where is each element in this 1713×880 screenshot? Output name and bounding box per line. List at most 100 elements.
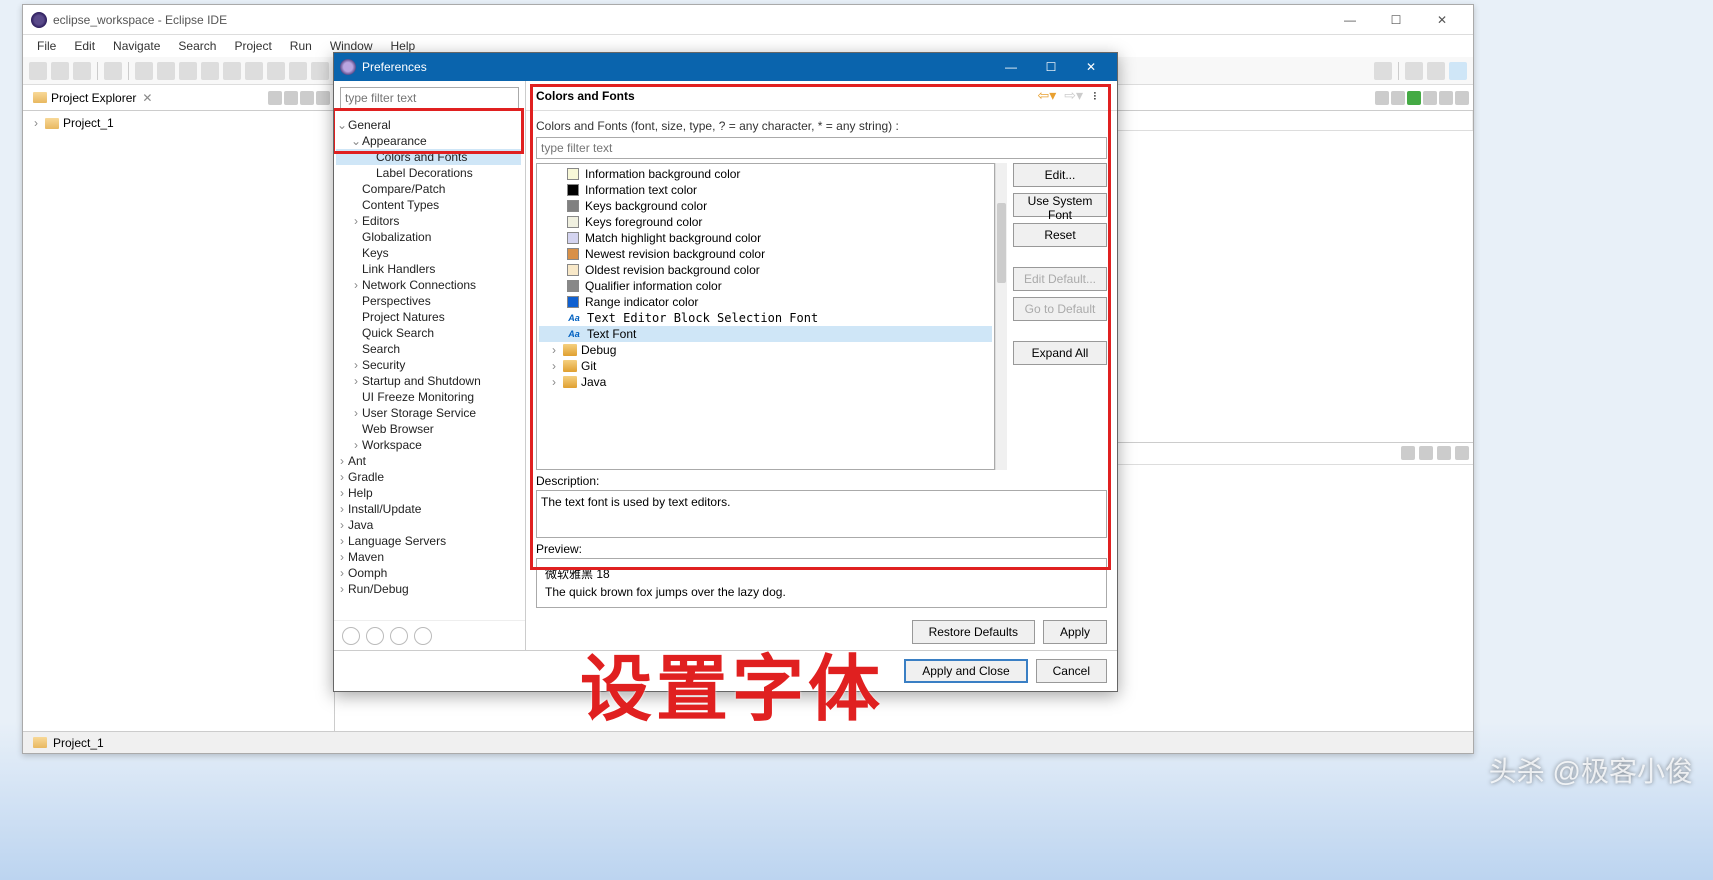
minimize-icon[interactable]	[1437, 446, 1451, 460]
node-security[interactable]: ›Security	[336, 357, 521, 373]
node-maven[interactable]: ›Maven	[336, 549, 521, 565]
open-perspective-button[interactable]	[1405, 62, 1423, 80]
restore-defaults-button[interactable]: Restore Defaults	[912, 620, 1035, 644]
menu-file[interactable]: File	[29, 37, 64, 55]
node-search[interactable]: Search	[336, 341, 521, 357]
colors-fonts-list[interactable]: Information background color Information…	[536, 163, 995, 470]
remove-icon[interactable]	[1423, 91, 1437, 105]
item-newest-rev[interactable]: Newest revision background color	[539, 246, 992, 262]
menu-search[interactable]: Search	[170, 37, 224, 55]
expand-all-button[interactable]: Expand All	[1013, 341, 1107, 365]
link-editor-icon[interactable]	[284, 91, 298, 105]
node-oomph[interactable]: ›Oomph	[336, 565, 521, 581]
scrollbar[interactable]	[995, 163, 1007, 470]
stepreturn-button[interactable]	[267, 62, 285, 80]
minimize-button[interactable]: —	[991, 53, 1031, 81]
item-qual-info[interactable]: Qualifier information color	[539, 278, 992, 294]
node-compare-patch[interactable]: Compare/Patch	[336, 181, 521, 197]
view-menu-icon[interactable]: ⁝	[1093, 89, 1107, 103]
save-button[interactable]	[51, 62, 69, 80]
apply-close-button[interactable]: Apply and Close	[904, 659, 1027, 683]
item-keys-bg[interactable]: Keys background color	[539, 198, 992, 214]
colors-filter-input[interactable]	[536, 137, 1107, 159]
droptoframe-button[interactable]	[289, 62, 307, 80]
filter-icon[interactable]	[1401, 446, 1415, 460]
stepinto-button[interactable]	[223, 62, 241, 80]
search-icon[interactable]	[1374, 62, 1392, 80]
oomph-icon[interactable]	[414, 627, 432, 645]
expand-icon[interactable]: ›	[31, 116, 41, 130]
node-keys[interactable]: Keys	[336, 245, 521, 261]
import-icon[interactable]	[366, 627, 384, 645]
forward-icon[interactable]: ⇨▾	[1060, 87, 1087, 104]
stepfilters-button[interactable]	[311, 62, 329, 80]
terminate-button[interactable]	[179, 62, 197, 80]
menu-navigate[interactable]: Navigate	[105, 37, 168, 55]
close-tab-icon[interactable]: ✕	[142, 91, 152, 105]
node-help[interactable]: ›Help	[336, 485, 521, 501]
tab-project-explorer[interactable]: Project Explorer ✕	[27, 89, 158, 107]
scrollbar-thumb[interactable]	[997, 203, 1006, 283]
node-colors-fonts[interactable]: Colors and Fonts	[336, 149, 521, 165]
close-button[interactable]: ✕	[1419, 5, 1465, 35]
node-gradle[interactable]: ›Gradle	[336, 469, 521, 485]
node-network[interactable]: ›Network Connections	[336, 277, 521, 293]
node-startup[interactable]: ›Startup and Shutdown	[336, 373, 521, 389]
item-range-ind[interactable]: Range indicator color	[539, 294, 992, 310]
use-system-font-button[interactable]: Use System Font	[1013, 193, 1107, 217]
node-java[interactable]: ›Java	[336, 517, 521, 533]
view-menu-icon[interactable]	[1455, 91, 1469, 105]
maximize-button[interactable]: ☐	[1373, 5, 1419, 35]
folder-java[interactable]: ›Java	[539, 374, 992, 390]
node-workspace[interactable]: ›Workspace	[336, 437, 521, 453]
debug-perspective-button[interactable]	[1449, 62, 1467, 80]
type-tree-icon[interactable]	[1375, 91, 1389, 105]
reset-button[interactable]: Reset	[1013, 223, 1107, 247]
cancel-button[interactable]: Cancel	[1036, 659, 1107, 683]
maximize-icon[interactable]	[1455, 446, 1469, 460]
new-button[interactable]	[29, 62, 47, 80]
stepover-button[interactable]	[245, 62, 263, 80]
java-perspective-button[interactable]	[1427, 62, 1445, 80]
help-icon[interactable]	[342, 627, 360, 645]
removeall-icon[interactable]	[1439, 91, 1453, 105]
skip-breakpoints-button[interactable]	[104, 62, 122, 80]
pref-tree[interactable]: ⌄General ⌄Appearance Colors and Fonts La…	[334, 115, 525, 620]
edit-button[interactable]: Edit...	[1013, 163, 1107, 187]
item-keys-fg[interactable]: Keys foreground color	[539, 214, 992, 230]
node-web-browser[interactable]: Web Browser	[336, 421, 521, 437]
folder-debug[interactable]: ›Debug	[539, 342, 992, 358]
item-info-text[interactable]: Information text color	[539, 182, 992, 198]
node-language-servers[interactable]: ›Language Servers	[336, 533, 521, 549]
menu-project[interactable]: Project	[226, 37, 279, 55]
resume-button[interactable]	[135, 62, 153, 80]
node-project-natures[interactable]: Project Natures	[336, 309, 521, 325]
back-icon[interactable]: ⇦▾	[1033, 87, 1060, 104]
node-general[interactable]: ⌄General	[336, 117, 521, 133]
node-quick-search[interactable]: Quick Search	[336, 325, 521, 341]
node-appearance[interactable]: ⌄Appearance	[336, 133, 521, 149]
item-match-hl[interactable]: Match highlight background color	[539, 230, 992, 246]
apply-button[interactable]: Apply	[1043, 620, 1107, 644]
node-perspectives[interactable]: Perspectives	[336, 293, 521, 309]
saveall-button[interactable]	[73, 62, 91, 80]
node-label-deco[interactable]: Label Decorations	[336, 165, 521, 181]
node-run-debug[interactable]: ›Run/Debug	[336, 581, 521, 597]
collapse-all-icon[interactable]	[268, 91, 282, 105]
menu-run[interactable]: Run	[282, 37, 320, 55]
view-menu-icon[interactable]	[1419, 446, 1433, 460]
item-oldest-rev[interactable]: Oldest revision background color	[539, 262, 992, 278]
node-ui-freeze[interactable]: UI Freeze Monitoring	[336, 389, 521, 405]
folder-git[interactable]: ›Git	[539, 358, 992, 374]
node-ant[interactable]: ›Ant	[336, 453, 521, 469]
node-editors[interactable]: ›Editors	[336, 213, 521, 229]
node-link-handlers[interactable]: Link Handlers	[336, 261, 521, 277]
layout-icon[interactable]	[1391, 91, 1405, 105]
view-menu-icon[interactable]	[316, 91, 330, 105]
export-icon[interactable]	[390, 627, 408, 645]
menu-edit[interactable]: Edit	[66, 37, 103, 55]
add-icon[interactable]	[1407, 91, 1421, 105]
minimize-button[interactable]: —	[1327, 5, 1373, 35]
node-user-storage[interactable]: ›User Storage Service	[336, 405, 521, 421]
node-content-types[interactable]: Content Types	[336, 197, 521, 213]
